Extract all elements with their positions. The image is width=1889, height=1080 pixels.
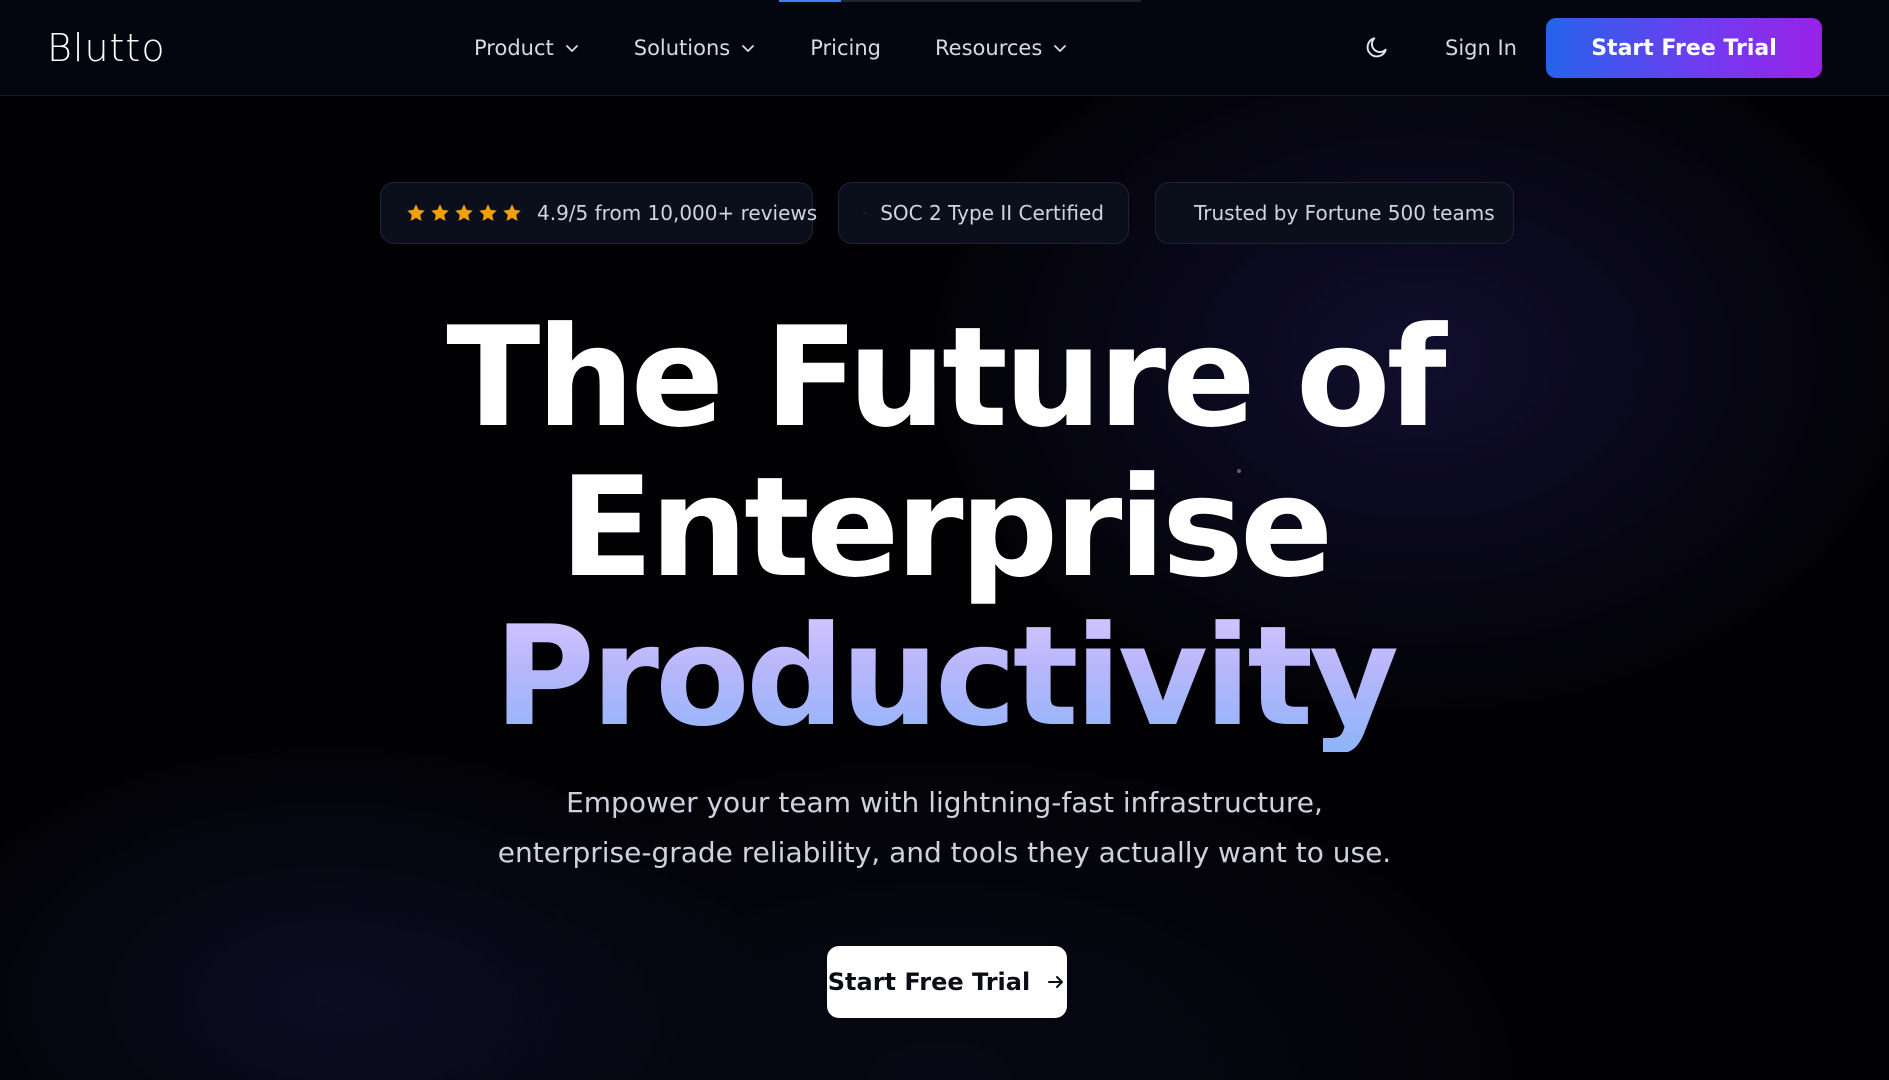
hero-cta-label: Start Free Trial <box>827 968 1031 996</box>
soc-badge: SOC 2 Type II Certified <box>838 182 1129 244</box>
rating-stars <box>405 202 523 224</box>
decorative-dot <box>1237 469 1241 473</box>
nav-start-trial-button[interactable]: Start Free Trial <box>1546 18 1822 78</box>
arrow-right-icon <box>1048 976 1064 988</box>
nav-solutions[interactable]: Solutions <box>634 36 757 60</box>
hero-title-line-1: The Future of <box>446 297 1446 458</box>
star-icon <box>503 204 521 221</box>
hero-subtitle: Empower your team with lightning-fast in… <box>0 778 1889 878</box>
landing-page: Blutto Product Solutions Pricing Resourc… <box>0 0 1889 1080</box>
trust-text: Trusted by Fortune 500 teams <box>1194 201 1495 225</box>
nav-product-label: Product <box>474 36 554 60</box>
soc-text: SOC 2 Type II Certified <box>880 201 1104 225</box>
hero-subtitle-line-2: enterprise-grade reliability, and tools … <box>497 836 1392 869</box>
top-navbar: Blutto Product Solutions Pricing Resourc… <box>0 0 1889 96</box>
trust-badge: Trusted by Fortune 500 teams <box>1155 182 1514 244</box>
nav-resources[interactable]: Resources <box>935 36 1068 60</box>
nav-solutions-label: Solutions <box>633 36 731 60</box>
brand-logo[interactable]: Blutto <box>47 22 166 74</box>
nav-resources-label: Resources <box>935 36 1043 60</box>
chevron-down-icon <box>1054 45 1067 52</box>
chevron-down-icon <box>742 45 755 52</box>
nav-links: Product Solutions Pricing Resources <box>474 0 1122 96</box>
sign-in-link[interactable]: Sign In <box>1445 34 1517 62</box>
star-icon <box>455 204 473 221</box>
rating-badge: 4.9/5 from 10,000+ reviews <box>380 182 817 244</box>
hero-start-trial-button[interactable]: Start Free Trial <box>827 946 1067 1018</box>
nav-pricing[interactable]: Pricing <box>810 36 881 60</box>
rating-text: 4.9/5 from 10,000+ reviews <box>537 201 818 225</box>
check-icon <box>863 212 866 214</box>
moon-icon[interactable] <box>1364 34 1390 60</box>
nav-pricing-label: Pricing <box>810 36 882 60</box>
star-icon <box>407 204 425 221</box>
star-icon <box>431 204 449 221</box>
hero-title-line-2: Enterprise <box>559 447 1333 608</box>
chevron-down-icon <box>565 45 578 52</box>
star-icon <box>479 204 497 221</box>
hero-subtitle-line-1: Empower your team with lightning-fast in… <box>566 786 1323 819</box>
hero-title-line-3: Productivity <box>0 602 1889 752</box>
nav-product[interactable]: Product <box>474 36 580 60</box>
